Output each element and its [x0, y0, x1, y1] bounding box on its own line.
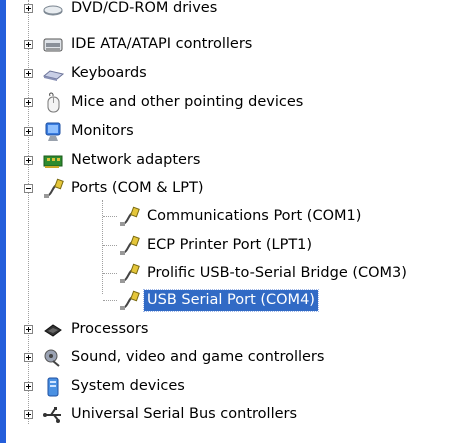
tree-connector — [102, 200, 104, 294]
expand-button[interactable] — [24, 127, 33, 136]
tree-item-label: Network adapters — [71, 152, 201, 168]
expand-button[interactable] — [24, 410, 33, 419]
tree-item-label: Universal Serial Bus controllers — [71, 406, 298, 422]
expand-button[interactable] — [24, 156, 33, 165]
device-tree: DVD/CD-ROM drives IDE ATA/ATAPI controll… — [0, 0, 461, 443]
tree-item-label: Processors — [71, 321, 149, 337]
tree-item-usb-controllers[interactable]: Universal Serial Bus controllers — [24, 400, 300, 429]
tree-item-label: Communications Port (COM1) — [147, 208, 362, 224]
expand-button[interactable] — [24, 98, 33, 107]
network-adapter-icon — [42, 150, 64, 172]
tree-item-network-adapters[interactable]: Network adapters — [24, 146, 203, 175]
tree-item-sound[interactable]: Sound, video and game controllers — [24, 343, 327, 372]
tree-item-com3[interactable]: Prolific USB-to-Serial Bridge (COM3) — [118, 259, 410, 288]
port-icon — [118, 235, 140, 257]
tree-item-label: Ports (COM & LPT) — [71, 180, 204, 196]
tree-item-label: System devices — [71, 378, 185, 394]
tree-item-monitors[interactable]: Monitors — [24, 117, 137, 146]
tree-connector — [103, 300, 117, 302]
port-icon — [118, 290, 140, 312]
tree-item-keyboards[interactable]: Keyboards — [24, 59, 150, 88]
usb-icon — [42, 404, 64, 426]
port-icon — [118, 206, 140, 228]
expand-button[interactable] — [24, 325, 33, 334]
mouse-icon — [42, 92, 64, 114]
expand-button[interactable] — [24, 353, 33, 362]
ide-controller-icon — [42, 34, 64, 56]
tree-item-label: Prolific USB-to-Serial Bridge (COM3) — [147, 265, 407, 281]
expand-button[interactable] — [24, 40, 33, 49]
tree-item-label: IDE ATA/ATAPI controllers — [71, 36, 253, 52]
dvd-drive-icon — [42, 0, 64, 20]
tree-item-com1[interactable]: Communications Port (COM1) — [118, 202, 364, 231]
tree-item-system-devices[interactable]: System devices — [24, 372, 188, 401]
expand-button[interactable] — [24, 382, 33, 391]
tree-connector — [103, 273, 117, 275]
tree-item-label: Keyboards — [71, 65, 147, 81]
tree-item-mice[interactable]: Mice and other pointing devices — [24, 88, 306, 117]
tree-connector — [103, 216, 117, 218]
tree-item-com4[interactable]: USB Serial Port (COM4) — [118, 286, 319, 315]
tree-item-lpt1[interactable]: ECP Printer Port (LPT1) — [118, 231, 315, 260]
port-icon — [118, 263, 140, 285]
expand-button[interactable] — [24, 4, 33, 13]
processor-icon — [42, 319, 64, 341]
tree-item-label: DVD/CD-ROM drives — [71, 0, 218, 16]
tree-item-label: Mice and other pointing devices — [71, 94, 304, 110]
expand-button[interactable] — [24, 69, 33, 78]
monitor-icon — [42, 121, 64, 143]
collapse-button[interactable] — [24, 184, 33, 193]
tree-item-dvd-drives[interactable]: DVD/CD-ROM drives — [24, 0, 220, 23]
tree-item-label: Sound, video and game controllers — [71, 349, 325, 365]
port-icon — [42, 178, 64, 200]
sound-icon — [42, 347, 64, 369]
tree-item-label: Monitors — [71, 123, 134, 139]
tree-connector — [103, 245, 117, 247]
tree-item-processors[interactable]: Processors — [24, 315, 151, 344]
tree-item-ide-controllers[interactable]: IDE ATA/ATAPI controllers — [24, 30, 255, 59]
keyboard-icon — [42, 63, 64, 85]
tree-item-label-selected: USB Serial Port (COM4) — [143, 289, 319, 312]
tree-item-label: ECP Printer Port (LPT1) — [147, 237, 313, 253]
tree-item-ports[interactable]: Ports (COM & LPT) — [24, 174, 206, 203]
system-device-icon — [42, 376, 64, 398]
